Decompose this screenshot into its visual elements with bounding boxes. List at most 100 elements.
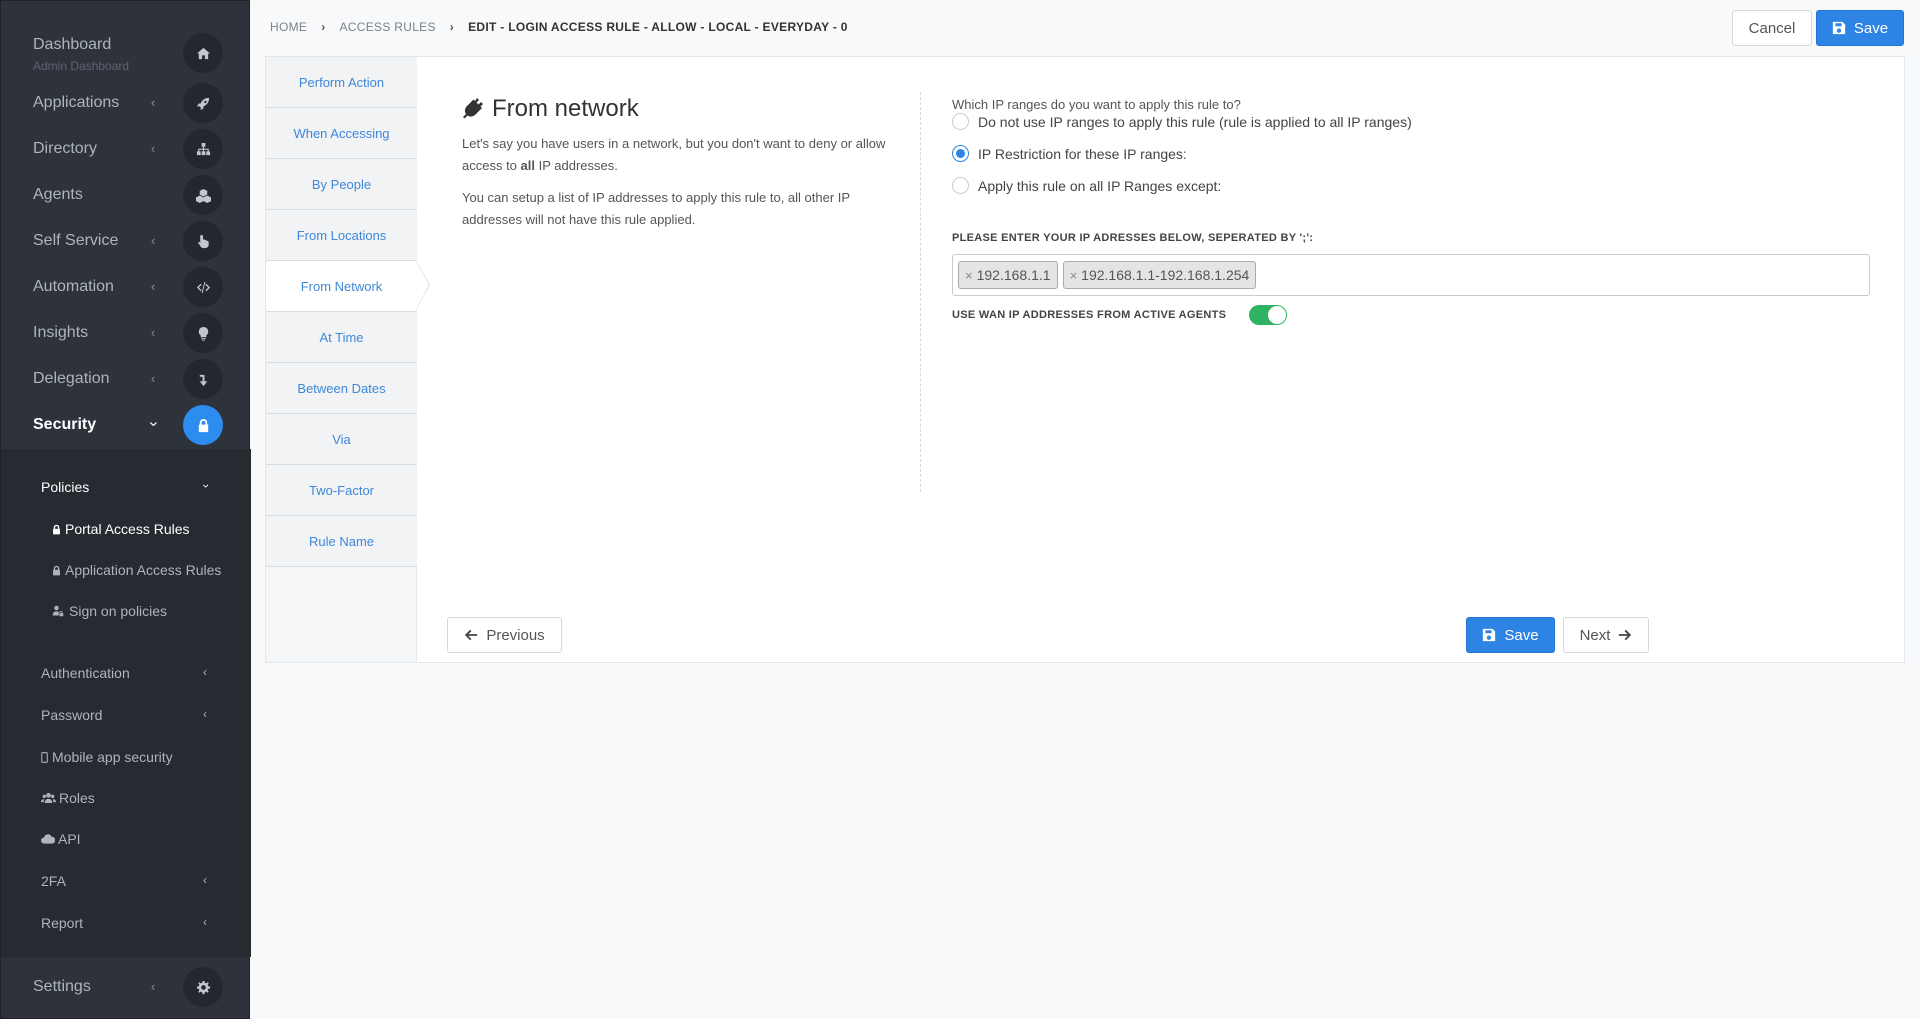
chevron-right-icon: ›	[449, 20, 455, 34]
rocket-icon[interactable]	[183, 83, 223, 123]
level-down-icon[interactable]	[183, 359, 223, 399]
next-button[interactable]: Next	[1563, 617, 1649, 653]
save-icon	[1483, 628, 1496, 642]
cubes-icon[interactable]	[183, 175, 223, 215]
submenu-sign-on-policies-label: Sign on policies	[69, 603, 168, 619]
arrow-left-icon	[465, 629, 478, 641]
nav-automation-label: Automation	[33, 278, 114, 295]
hand-pointer-icon[interactable]	[183, 221, 223, 261]
submenu-mobile-app-security[interactable]: Mobile app security	[41, 749, 173, 765]
home-icon[interactable]	[183, 33, 223, 73]
submenu-sign-on-policies[interactable]: Sign on policies	[51, 603, 167, 619]
wizard-card: Perform Action When Accessing By People …	[265, 56, 1905, 663]
step-via[interactable]: Via	[266, 414, 417, 465]
submenu-portal-access-rules[interactable]: Portal Access Rules	[51, 521, 190, 537]
chevron-left-icon: ‹	[151, 233, 156, 248]
submenu-password[interactable]: Password	[41, 707, 102, 723]
previous-button-label: Previous	[486, 626, 545, 644]
submenu-policies[interactable]: Policies	[41, 479, 89, 495]
breadcrumb-home[interactable]: HOME	[270, 20, 307, 34]
cancel-button[interactable]: Cancel	[1732, 10, 1812, 46]
plug-icon	[463, 98, 483, 119]
remove-tag-icon[interactable]: ×	[965, 268, 973, 283]
nav-dashboard-label: Dashboard	[33, 36, 112, 53]
nav-settings-label: Settings	[33, 978, 91, 995]
submenu-roles[interactable]: Roles	[41, 790, 95, 806]
arrow-right-icon	[1619, 629, 1632, 641]
content-divider	[920, 92, 921, 492]
ip-addresses-input[interactable]: × 192.168.1.1 × 192.168.1.1-192.168.1.25…	[952, 254, 1870, 296]
submenu-2fa[interactable]: 2FA	[41, 873, 66, 889]
step-from-locations[interactable]: From Locations	[266, 210, 417, 261]
gear-icon[interactable]	[183, 967, 223, 1007]
save-button-header[interactable]: Save	[1816, 10, 1904, 46]
nav-delegation[interactable]: Delegation ‹	[1, 355, 251, 401]
nav-security[interactable]: Security ‹	[1, 401, 251, 447]
nav-applications-label: Applications	[33, 94, 120, 111]
radio-button-selected[interactable]	[952, 145, 969, 162]
radio-option-no-ip[interactable]: Do not use IP ranges to apply this rule …	[952, 113, 1412, 130]
submenu-authentication[interactable]: Authentication	[41, 665, 130, 681]
submenu-application-access-rules-label: Application Access Rules	[65, 562, 222, 578]
radio-option-all-except[interactable]: Apply this rule on all IP Ranges except:	[952, 177, 1221, 194]
wan-ip-label: USE WAN IP ADDRESSES FROM ACTIVE AGENTS	[952, 309, 1227, 321]
step-two-factor[interactable]: Two-Factor	[266, 465, 417, 516]
radio-option-ip-restriction[interactable]: IP Restriction for these IP ranges:	[952, 145, 1187, 162]
nav-agents[interactable]: Agents	[1, 171, 251, 217]
step-by-people[interactable]: By People	[266, 159, 417, 210]
cloud-icon	[41, 834, 55, 844]
nav-agents-label: Agents	[33, 186, 83, 203]
submenu-roles-label: Roles	[59, 790, 95, 806]
submenu-api[interactable]: API	[41, 831, 81, 847]
nav-self-service[interactable]: Self Service ‹	[1, 217, 251, 263]
step-at-time[interactable]: At Time	[266, 312, 417, 363]
nav-delegation-label: Delegation	[33, 370, 110, 387]
chevron-right-icon: ›	[321, 20, 326, 34]
user-lock-icon	[52, 605, 64, 617]
chevron-down-icon: ‹	[198, 484, 212, 488]
nav-security-label: Security	[33, 416, 97, 433]
nav-directory[interactable]: Directory ‹	[1, 125, 251, 171]
nav-dashboard[interactable]: Dashboard Admin Dashboard	[1, 29, 251, 75]
previous-button[interactable]: Previous	[447, 617, 562, 653]
save-icon	[1832, 21, 1846, 35]
radio-option-label: IP Restriction for these IP ranges:	[978, 145, 1187, 162]
radio-button[interactable]	[952, 177, 969, 194]
chevron-left-icon: ‹	[151, 279, 156, 294]
nav-dashboard-sublabel: Admin Dashboard	[33, 59, 130, 73]
step-between-dates[interactable]: Between Dates	[266, 363, 417, 414]
chevron-left-icon: ‹	[151, 979, 156, 994]
step-rule-name[interactable]: Rule Name	[266, 516, 417, 567]
lock-icon[interactable]	[183, 405, 223, 445]
save-button-footer[interactable]: Save	[1466, 617, 1555, 653]
radio-option-label: Apply this rule on all IP Ranges except:	[978, 177, 1222, 194]
wan-ip-toggle[interactable]	[1249, 305, 1287, 325]
radio-button[interactable]	[952, 113, 969, 130]
step-when-accessing[interactable]: When Accessing	[266, 108, 417, 159]
code-icon[interactable]	[183, 267, 223, 307]
nav-automation[interactable]: Automation ‹	[1, 263, 251, 309]
remove-tag-icon[interactable]: ×	[1070, 268, 1078, 283]
ip-addresses-label: PLEASE ENTER YOUR IP ADRESSES BELOW, SEP…	[952, 232, 1314, 244]
users-icon	[41, 793, 56, 803]
lock-icon	[53, 524, 60, 534]
sitemap-icon[interactable]	[183, 129, 223, 169]
step-from-network[interactable]: From Network	[266, 261, 417, 312]
next-button-label: Next	[1579, 626, 1611, 644]
wizard-steps: Perform Action When Accessing By People …	[266, 57, 417, 662]
nav-settings[interactable]: Settings ‹	[1, 963, 251, 1013]
step-perform-action[interactable]: Perform Action	[266, 57, 417, 108]
breadcrumb: HOME › ACCESS RULES › EDIT - LOGIN ACCES…	[270, 20, 848, 34]
mobile-icon	[41, 751, 48, 763]
submenu-application-access-rules[interactable]: Application Access Rules	[51, 562, 221, 578]
chevron-down-icon: ‹	[144, 421, 162, 427]
nav-applications[interactable]: Applications ‹	[1, 79, 251, 125]
breadcrumb-access-rules[interactable]: ACCESS RULES	[340, 20, 436, 34]
chevron-left-icon: ‹	[151, 141, 156, 156]
breadcrumb-current: EDIT - LOGIN ACCESS RULE - ALLOW - LOCAL…	[468, 20, 848, 34]
submenu-report[interactable]: Report	[41, 915, 83, 931]
lightbulb-icon[interactable]	[183, 313, 223, 353]
ip-range-question: Which IP ranges do you want to apply thi…	[952, 97, 1241, 112]
chevron-left-icon: ‹	[151, 371, 156, 386]
nav-insights[interactable]: Insights ‹	[1, 309, 251, 355]
